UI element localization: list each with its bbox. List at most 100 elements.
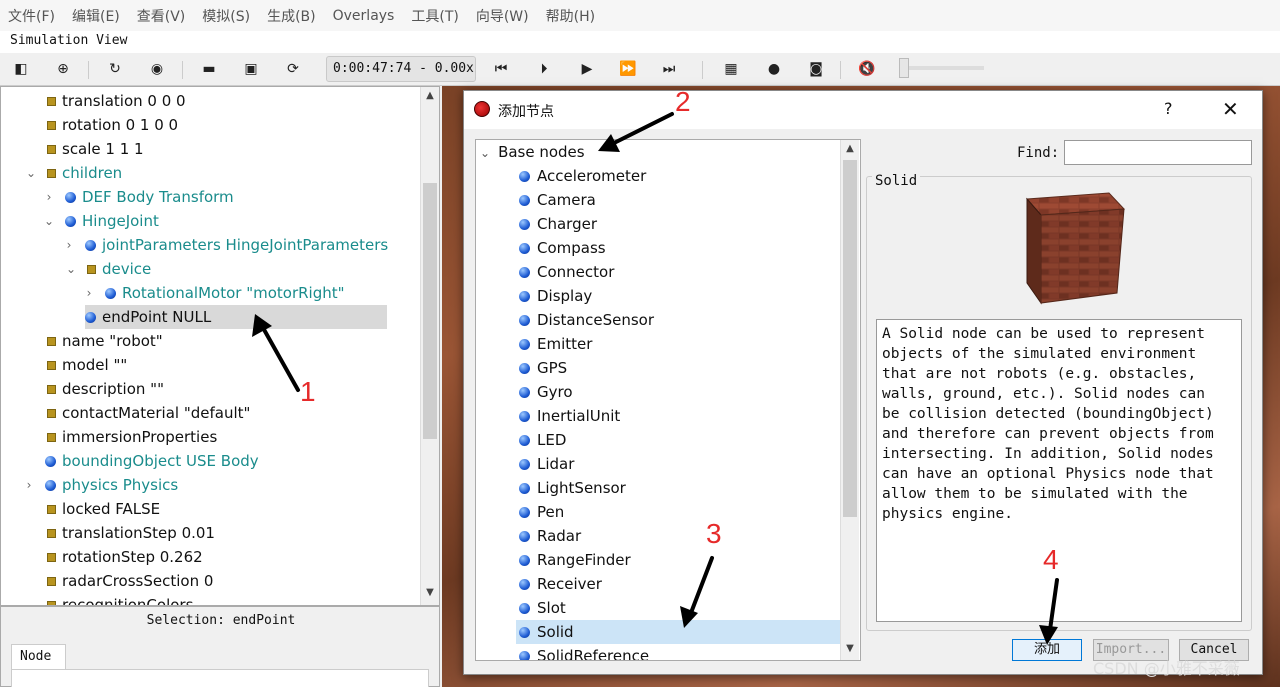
tree-item[interactable]: jointParameters HingeJointParameters bbox=[85, 233, 388, 257]
node-list-item[interactable]: LED bbox=[516, 428, 841, 452]
camera-icon[interactable]: ◙ bbox=[805, 59, 827, 79]
chevron-right-icon[interactable]: › bbox=[43, 185, 55, 209]
close-icon[interactable]: ✕ bbox=[1222, 97, 1239, 121]
node-list-item[interactable]: Gyro bbox=[516, 380, 841, 404]
node-list-item[interactable]: Display bbox=[516, 284, 841, 308]
tree-item[interactable]: description "" bbox=[47, 377, 164, 401]
tree-item[interactable]: DEF Body Transform bbox=[65, 185, 234, 209]
revert-icon[interactable]: ⟳ bbox=[282, 59, 304, 79]
node-list-item[interactable]: RangeFinder bbox=[516, 548, 841, 572]
chevron-down-icon[interactable]: ⌄ bbox=[480, 146, 490, 160]
menu-item[interactable]: 帮助(H) bbox=[546, 6, 595, 26]
toolbar-separator bbox=[702, 61, 703, 79]
tree-item[interactable]: contactMaterial "default" bbox=[47, 401, 250, 425]
node-list-item[interactable]: Accelerometer bbox=[516, 164, 841, 188]
mute-icon[interactable]: 🔇 bbox=[856, 59, 878, 79]
tree-item[interactable]: physics Physics bbox=[45, 473, 178, 497]
node-list-item[interactable]: Camera bbox=[516, 188, 841, 212]
eye-icon[interactable]: ◉ bbox=[146, 59, 168, 79]
tree-item[interactable]: HingeJoint bbox=[65, 209, 159, 233]
scene-tree-scrollbar[interactable]: ▲ ▼ bbox=[420, 87, 439, 605]
node-list-item[interactable]: GPS bbox=[516, 356, 841, 380]
chevron-right-icon[interactable]: › bbox=[63, 233, 75, 257]
chevron-down-icon[interactable]: ⌄ bbox=[43, 209, 55, 233]
node-list-item[interactable]: Lidar bbox=[516, 452, 841, 476]
tree-item[interactable]: model "" bbox=[47, 353, 127, 377]
chevron-right-icon[interactable]: › bbox=[83, 281, 95, 305]
split-view-icon[interactable]: ◧ bbox=[10, 59, 32, 79]
tree-item[interactable]: rotationStep 0.262 bbox=[47, 545, 203, 569]
menu-item[interactable]: 工具(T) bbox=[411, 6, 458, 26]
volume-slider[interactable] bbox=[900, 66, 984, 70]
menu-item[interactable]: 模拟(S) bbox=[202, 6, 250, 26]
tree-item[interactable]: locked FALSE bbox=[47, 497, 160, 521]
node-icon bbox=[519, 651, 530, 660]
node-list-item[interactable]: Connector bbox=[516, 260, 841, 284]
tree-item[interactable]: name "robot" bbox=[47, 329, 163, 353]
tree-item[interactable]: translation 0 0 0 bbox=[47, 89, 186, 113]
scroll-up-icon[interactable]: ▲ bbox=[424, 90, 436, 101]
menu-item[interactable]: 编辑(E) bbox=[72, 6, 120, 26]
node-list-item[interactable]: Compass bbox=[516, 236, 841, 260]
play-icon[interactable]: ▶ bbox=[576, 59, 598, 79]
node-list-item[interactable]: DistanceSensor bbox=[516, 308, 841, 332]
tab-node[interactable]: Node bbox=[11, 644, 66, 670]
node-list-item[interactable]: Solid bbox=[516, 620, 841, 644]
node-icon bbox=[519, 315, 530, 326]
help-button[interactable]: ? bbox=[1164, 99, 1173, 118]
chevron-down-icon[interactable]: ⌄ bbox=[25, 161, 37, 185]
node-list-item[interactable]: InertialUnit bbox=[516, 404, 841, 428]
find-input[interactable] bbox=[1064, 140, 1252, 165]
chevron-right-icon[interactable]: › bbox=[23, 473, 35, 497]
node-list-item[interactable]: Slot bbox=[516, 596, 841, 620]
volume-slider-handle[interactable] bbox=[899, 58, 909, 78]
menu-item[interactable]: 查看(V) bbox=[137, 6, 186, 26]
node-icon bbox=[65, 192, 76, 203]
scrollbar-thumb[interactable] bbox=[423, 183, 437, 439]
record-icon[interactable]: ● bbox=[763, 59, 785, 79]
tree-item[interactable]: recognitionColors bbox=[47, 593, 194, 606]
node-list-item[interactable]: Radar bbox=[516, 524, 841, 548]
tree-item[interactable]: device bbox=[87, 257, 151, 281]
menu-item[interactable]: 生成(B) bbox=[267, 6, 316, 26]
step-back-icon[interactable]: ⏮ bbox=[490, 59, 512, 79]
menu-item[interactable]: Overlays bbox=[333, 8, 395, 24]
menu-item[interactable]: 文件(F) bbox=[8, 6, 55, 26]
add-button[interactable]: 添加 bbox=[1012, 639, 1082, 661]
scroll-up-icon[interactable]: ▲ bbox=[844, 143, 856, 154]
node-list-item[interactable]: Charger bbox=[516, 212, 841, 236]
menu-item[interactable]: 向导(W) bbox=[476, 6, 529, 26]
field-icon bbox=[47, 577, 56, 586]
node-list-item-label: SolidReference bbox=[537, 647, 650, 661]
video-icon[interactable]: ▦ bbox=[720, 59, 742, 79]
tree-item[interactable]: RotationalMotor "motorRight" bbox=[105, 281, 345, 305]
node-list-item[interactable]: SolidReference bbox=[516, 644, 841, 661]
open-folder-icon[interactable]: ▬ bbox=[198, 59, 220, 79]
node-list-item[interactable]: Emitter bbox=[516, 332, 841, 356]
tree-item[interactable]: endPoint NULL bbox=[85, 305, 387, 329]
tree-item-label: recognitionColors bbox=[62, 596, 194, 606]
save-icon[interactable]: ▣ bbox=[240, 59, 262, 79]
faster-icon[interactable]: ⏭ bbox=[658, 59, 680, 79]
tree-item[interactable]: translationStep 0.01 bbox=[47, 521, 215, 545]
scroll-down-icon[interactable]: ▼ bbox=[844, 643, 856, 654]
node-list-item[interactable]: Receiver bbox=[516, 572, 841, 596]
base-nodes-group[interactable]: ⌄ Base nodes bbox=[480, 140, 805, 164]
tree-item-label: device bbox=[102, 260, 152, 278]
node-list-item[interactable]: LightSensor bbox=[516, 476, 841, 500]
tree-item[interactable]: scale 1 1 1 bbox=[47, 137, 144, 161]
chevron-down-icon[interactable]: ⌄ bbox=[65, 257, 77, 281]
reload-icon[interactable]: ↻ bbox=[104, 59, 126, 79]
add-icon[interactable]: ⊕ bbox=[52, 59, 74, 79]
node-list-scrollbar[interactable]: ▲ ▼ bbox=[840, 140, 859, 660]
tree-item[interactable]: radarCrossSection 0 bbox=[47, 569, 213, 593]
tree-item[interactable]: children bbox=[47, 161, 122, 185]
node-list-item[interactable]: Pen bbox=[516, 500, 841, 524]
tree-item[interactable]: boundingObject USE Body bbox=[45, 449, 259, 473]
scroll-down-icon[interactable]: ▼ bbox=[424, 587, 436, 598]
scrollbar-thumb[interactable] bbox=[843, 160, 857, 517]
tree-item[interactable]: immersionProperties bbox=[47, 425, 217, 449]
step-icon[interactable]: ⏵ bbox=[533, 59, 555, 79]
fast-forward-icon[interactable]: ⏩ bbox=[617, 59, 639, 79]
tree-item[interactable]: rotation 0 1 0 0 bbox=[47, 113, 178, 137]
